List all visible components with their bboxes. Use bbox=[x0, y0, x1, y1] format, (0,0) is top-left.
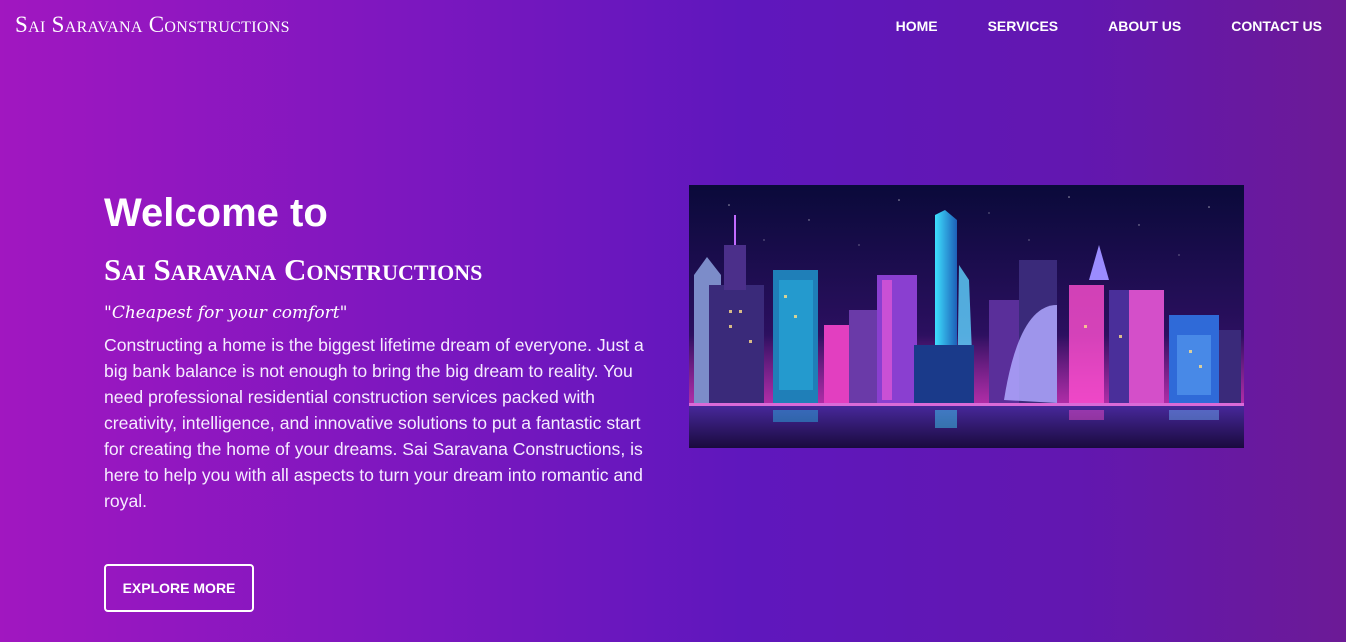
hero-description: Constructing a home is the biggest lifet… bbox=[104, 335, 644, 511]
hero-company-name: Sai Saravana Constructions bbox=[104, 252, 483, 287]
hero-welcome-heading: Welcome to bbox=[104, 191, 328, 235]
main-nav: HOME SERVICES ABOUT US CONTACT US bbox=[846, 18, 1322, 34]
nav-services[interactable]: SERVICES bbox=[988, 18, 1059, 34]
hero-city-image bbox=[689, 185, 1244, 448]
hero-tagline: "Cheapest for your comfort" bbox=[104, 303, 348, 323]
hero-text: Welcome to Sai Saravana Constructions "C… bbox=[104, 190, 664, 514]
nav-about-us[interactable]: ABOUT US bbox=[1108, 18, 1181, 34]
city-skyline-illustration bbox=[689, 185, 1244, 448]
explore-more-button[interactable]: EXPLORE MORE bbox=[104, 564, 254, 612]
nav-home[interactable]: HOME bbox=[896, 18, 938, 34]
nav-contact-us[interactable]: CONTACT US bbox=[1231, 18, 1322, 34]
site-logo-text[interactable]: Sai Saravana Constructions bbox=[15, 12, 290, 38]
